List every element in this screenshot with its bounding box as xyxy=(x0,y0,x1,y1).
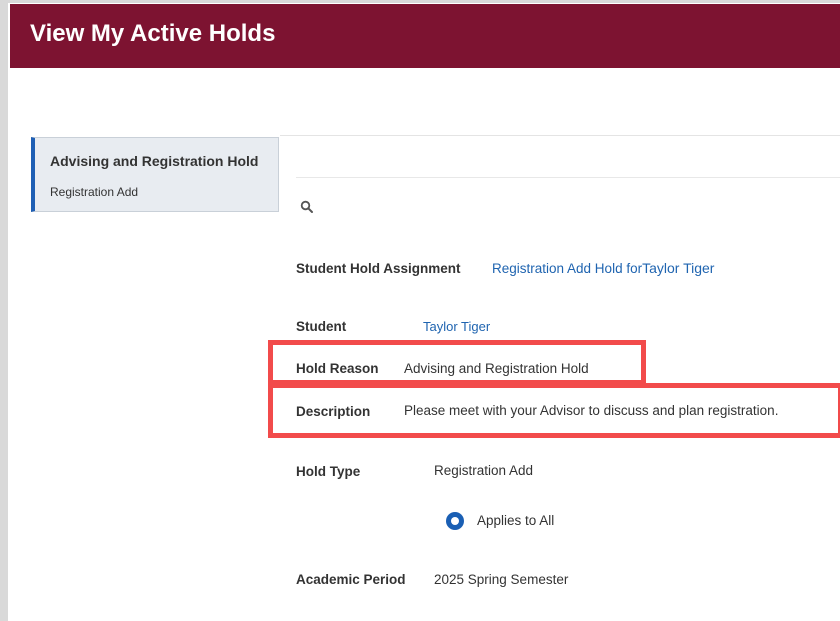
sidebar-item-title: Advising and Registration Hold xyxy=(50,153,259,169)
applies-to-all-radio[interactable] xyxy=(446,512,464,530)
student-hold-assignment-link-text: Registration Add Hold for xyxy=(492,261,643,276)
description-highlight xyxy=(268,383,840,438)
hold-reason-highlight xyxy=(268,340,646,385)
academic-period-value: 2025 Spring Semester xyxy=(434,572,569,587)
academic-period-label: Academic Period xyxy=(296,572,406,587)
hold-type-value: Registration Add xyxy=(434,463,534,478)
sidebar-item-subtitle: Registration Add xyxy=(50,185,139,199)
student-hold-assignment-link-name: Taylor Tiger xyxy=(642,260,715,276)
student-hold-assignment-link[interactable]: Registration Add Hold forTaylor Tiger xyxy=(492,260,714,276)
student-link[interactable]: Taylor Tiger xyxy=(423,319,490,334)
page-header: View My Active Holds xyxy=(10,4,840,68)
applies-to-all-label: Applies to All xyxy=(477,513,555,528)
app-frame xyxy=(0,0,840,621)
divider xyxy=(296,177,840,178)
student-hold-assignment-label: Student Hold Assignment xyxy=(296,261,461,276)
hold-type-label: Hold Type xyxy=(296,464,361,479)
divider xyxy=(280,135,840,136)
page-title: View My Active Holds xyxy=(30,20,276,47)
sidebar-item-advising-registration-hold[interactable]: Advising and Registration Hold Registrat… xyxy=(31,137,279,212)
search-icon[interactable] xyxy=(300,200,314,214)
student-label: Student xyxy=(296,319,347,334)
